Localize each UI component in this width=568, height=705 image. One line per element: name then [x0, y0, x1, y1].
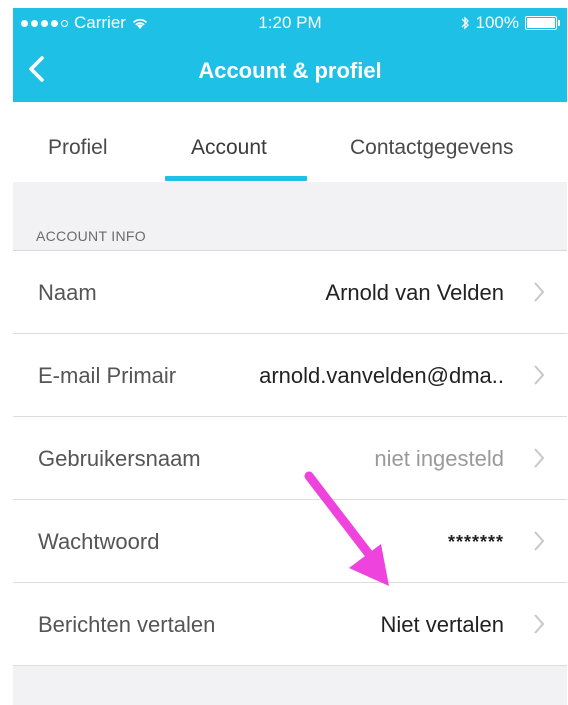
row-naam[interactable]: Naam Arnold van Velden — [13, 251, 567, 334]
row-label: Wachtwoord — [38, 529, 160, 554]
row-value: Arnold van Velden — [325, 280, 504, 305]
active-tab-indicator — [165, 176, 307, 181]
row-label: Berichten vertalen — [38, 612, 216, 637]
row-gebruikersnaam[interactable]: Gebruikersnaam niet ingesteld — [13, 417, 567, 500]
row-wachtwoord[interactable]: Wachtwoord ******* — [13, 500, 567, 583]
row-label: E-mail Primair — [38, 363, 177, 388]
chevron-right-icon — [534, 365, 545, 385]
battery-percent: 100% — [475, 13, 519, 32]
row-berichten-vertalen[interactable]: Berichten vertalen Niet vertalen — [13, 583, 567, 666]
chevron-right-icon — [534, 448, 545, 468]
chevron-right-icon — [534, 614, 545, 634]
row-email-primair[interactable]: E-mail Primair arnold.vanvelden@dma.. — [13, 334, 567, 417]
bluetooth-icon — [461, 16, 469, 30]
row-value: arnold.vanvelden@dma.. — [259, 363, 504, 388]
account-info-list: Naam Arnold van Velden E-mail Primair ar… — [13, 251, 567, 666]
row-value: Niet vertalen — [380, 612, 504, 637]
tab-account[interactable]: Account — [191, 136, 267, 160]
page-title: Account & profiel — [198, 58, 382, 83]
row-value: niet ingesteld — [374, 446, 504, 471]
chevron-right-icon — [534, 531, 545, 551]
row-label: Gebruikersnaam — [38, 446, 201, 471]
row-label: Naam — [38, 280, 97, 305]
chevron-right-icon — [534, 282, 545, 302]
row-value: ******* — [447, 532, 504, 552]
battery-icon — [525, 16, 560, 30]
tab-bar: Profiel Account Contactgegevens — [13, 102, 567, 182]
navigation-bar: Account & profiel — [13, 38, 567, 102]
status-right: 100% — [461, 13, 560, 33]
phone-screen: Carrier 1:20 PM 100% Account & profiel P… — [13, 8, 567, 705]
section-header: ACCOUNT INFO — [36, 228, 146, 244]
tab-profiel[interactable]: Profiel — [48, 136, 108, 160]
status-bar: Carrier 1:20 PM 100% — [13, 8, 567, 38]
tab-contactgegevens[interactable]: Contactgegevens — [350, 136, 513, 160]
